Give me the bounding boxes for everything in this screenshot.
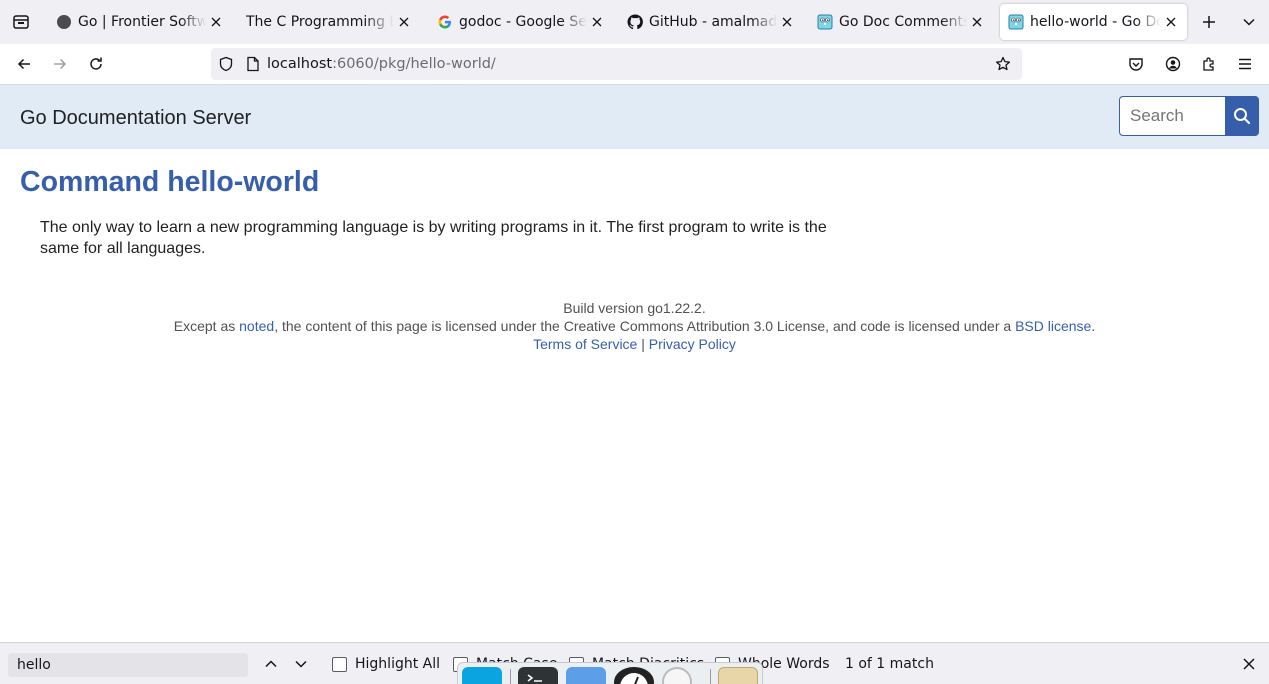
- url-bar[interactable]: localhost:6060/pkg/hello-world/: [211, 48, 1022, 80]
- bsd-license-link[interactable]: BSD license: [1015, 318, 1091, 334]
- circle-favicon-icon: [56, 14, 72, 30]
- hamburger-menu-icon: [1239, 58, 1251, 70]
- tab-hello-world[interactable]: hello-world - Go Documentation Server: [1000, 4, 1187, 40]
- firefox-view-icon: [13, 15, 29, 29]
- shield-icon[interactable]: [211, 48, 241, 80]
- desktop-dock: [457, 662, 763, 684]
- privacy-policy-link[interactable]: Privacy Policy: [649, 336, 736, 352]
- close-tab-icon[interactable]: [208, 14, 224, 30]
- account-icon: [1165, 56, 1181, 72]
- clock-app-icon[interactable]: [614, 667, 654, 684]
- files-app-icon[interactable]: [566, 667, 606, 684]
- tab-title: Go Doc Comments: [839, 14, 967, 30]
- url-text[interactable]: localhost:6060/pkg/hello-world/: [267, 56, 496, 72]
- tab-go-frontier[interactable]: Go | Frontier Software: [48, 4, 232, 40]
- license-text-mid: , the content of this page is licensed u…: [274, 318, 1016, 334]
- checkbox-box: [332, 656, 347, 672]
- tab-godoc-google[interactable]: godoc - Google Search: [429, 4, 613, 40]
- find-input[interactable]: hello: [8, 653, 248, 677]
- page-title: Command hello-world: [20, 166, 320, 198]
- close-tab-icon[interactable]: [1163, 14, 1179, 30]
- tab-title: GitHub - amalmadhu: [649, 14, 777, 30]
- gopher-favicon-icon: [1008, 14, 1024, 30]
- tab-strip: Go | Frontier Software The C Programming…: [0, 0, 1269, 44]
- site-header: Go Documentation Server Search: [0, 85, 1269, 149]
- close-tab-icon[interactable]: [396, 14, 412, 30]
- arrow-left-icon: [17, 58, 30, 70]
- account-button[interactable]: [1158, 49, 1188, 79]
- tab-github[interactable]: GitHub - amalmadhu: [619, 4, 803, 40]
- google-favicon-icon: [437, 14, 453, 30]
- plus-icon: [1203, 16, 1215, 28]
- noted-link[interactable]: noted: [239, 318, 274, 334]
- arrow-right-icon: [54, 58, 67, 70]
- page-footer: Build version go1.22.2. Except as noted,…: [0, 299, 1269, 353]
- forward-button[interactable]: [45, 49, 75, 79]
- search-app-icon[interactable]: [662, 667, 692, 684]
- list-all-tabs-button[interactable]: [1234, 7, 1264, 37]
- pocket-icon: [1129, 58, 1143, 71]
- url-host: localhost: [267, 56, 333, 72]
- pocket-button[interactable]: [1121, 49, 1151, 79]
- tab-c-programming[interactable]: The C Programming Language: [232, 4, 420, 40]
- find-next-button[interactable]: [286, 649, 316, 679]
- back-button[interactable]: [9, 49, 39, 79]
- chevron-down-icon: [295, 660, 307, 668]
- highlight-all-label: Highlight All: [355, 656, 441, 672]
- bookmark-star-button[interactable]: [988, 49, 1018, 79]
- search-icon: [1234, 108, 1251, 125]
- package-overview-text: The only way to learn a new programming …: [40, 219, 827, 257]
- dock-separator: [710, 669, 711, 684]
- app-menu-button[interactable]: [1230, 49, 1260, 79]
- reload-icon: [90, 57, 102, 70]
- tab-go-doc-comments[interactable]: Go Doc Comments: [809, 4, 993, 40]
- close-tab-icon[interactable]: [589, 14, 605, 30]
- search-button[interactable]: [1225, 96, 1259, 136]
- reload-button[interactable]: [81, 49, 111, 79]
- find-previous-button[interactable]: [256, 649, 286, 679]
- dock-app-icon[interactable]: [462, 667, 502, 684]
- puzzle-icon: [1203, 57, 1214, 71]
- tab-title: Go | Frontier Software: [78, 14, 206, 30]
- license-line: Except as noted, the content of this pag…: [0, 317, 1269, 335]
- page-icon[interactable]: [241, 48, 265, 80]
- search-input[interactable]: Search: [1119, 96, 1226, 136]
- folder-app-icon[interactable]: [718, 667, 758, 684]
- highlight-all-checkbox[interactable]: Highlight All: [332, 656, 440, 672]
- tab-title: hello-world - Go Documentation Server: [1030, 14, 1161, 30]
- site-title-link[interactable]: Go Documentation Server: [20, 107, 251, 130]
- chevron-down-icon: [1243, 18, 1255, 26]
- github-favicon-icon: [627, 14, 643, 30]
- close-tab-icon[interactable]: [779, 14, 795, 30]
- navigation-toolbar: localhost:6060/pkg/hello-world/: [0, 44, 1269, 84]
- url-path: :6060/pkg/hello-world/: [332, 56, 496, 72]
- dock-separator: [510, 669, 511, 684]
- footer-links: Terms of Service | Privacy Policy: [0, 335, 1269, 353]
- extensions-button[interactable]: [1194, 49, 1224, 79]
- find-match-status: 1 of 1 match: [845, 656, 934, 672]
- close-find-bar-button[interactable]: [1236, 649, 1262, 679]
- license-text-pre: Except as: [173, 318, 240, 334]
- firefox-view-button[interactable]: [6, 7, 36, 37]
- gopher-favicon-icon: [817, 14, 833, 30]
- tab-title: godoc - Google Search: [459, 14, 587, 30]
- star-icon: [995, 56, 1011, 71]
- chevron-up-icon: [265, 660, 277, 668]
- build-version: Build version go1.22.2.: [563, 300, 706, 316]
- terms-of-service-link[interactable]: Terms of Service: [533, 336, 637, 352]
- close-icon: [1243, 658, 1255, 670]
- tab-title: The C Programming Language: [246, 14, 394, 30]
- new-tab-button[interactable]: [1194, 7, 1224, 37]
- close-tab-icon[interactable]: [969, 14, 985, 30]
- footer-separator: |: [641, 336, 645, 352]
- terminal-app-icon[interactable]: [518, 667, 558, 684]
- license-text-post: .: [1091, 318, 1096, 334]
